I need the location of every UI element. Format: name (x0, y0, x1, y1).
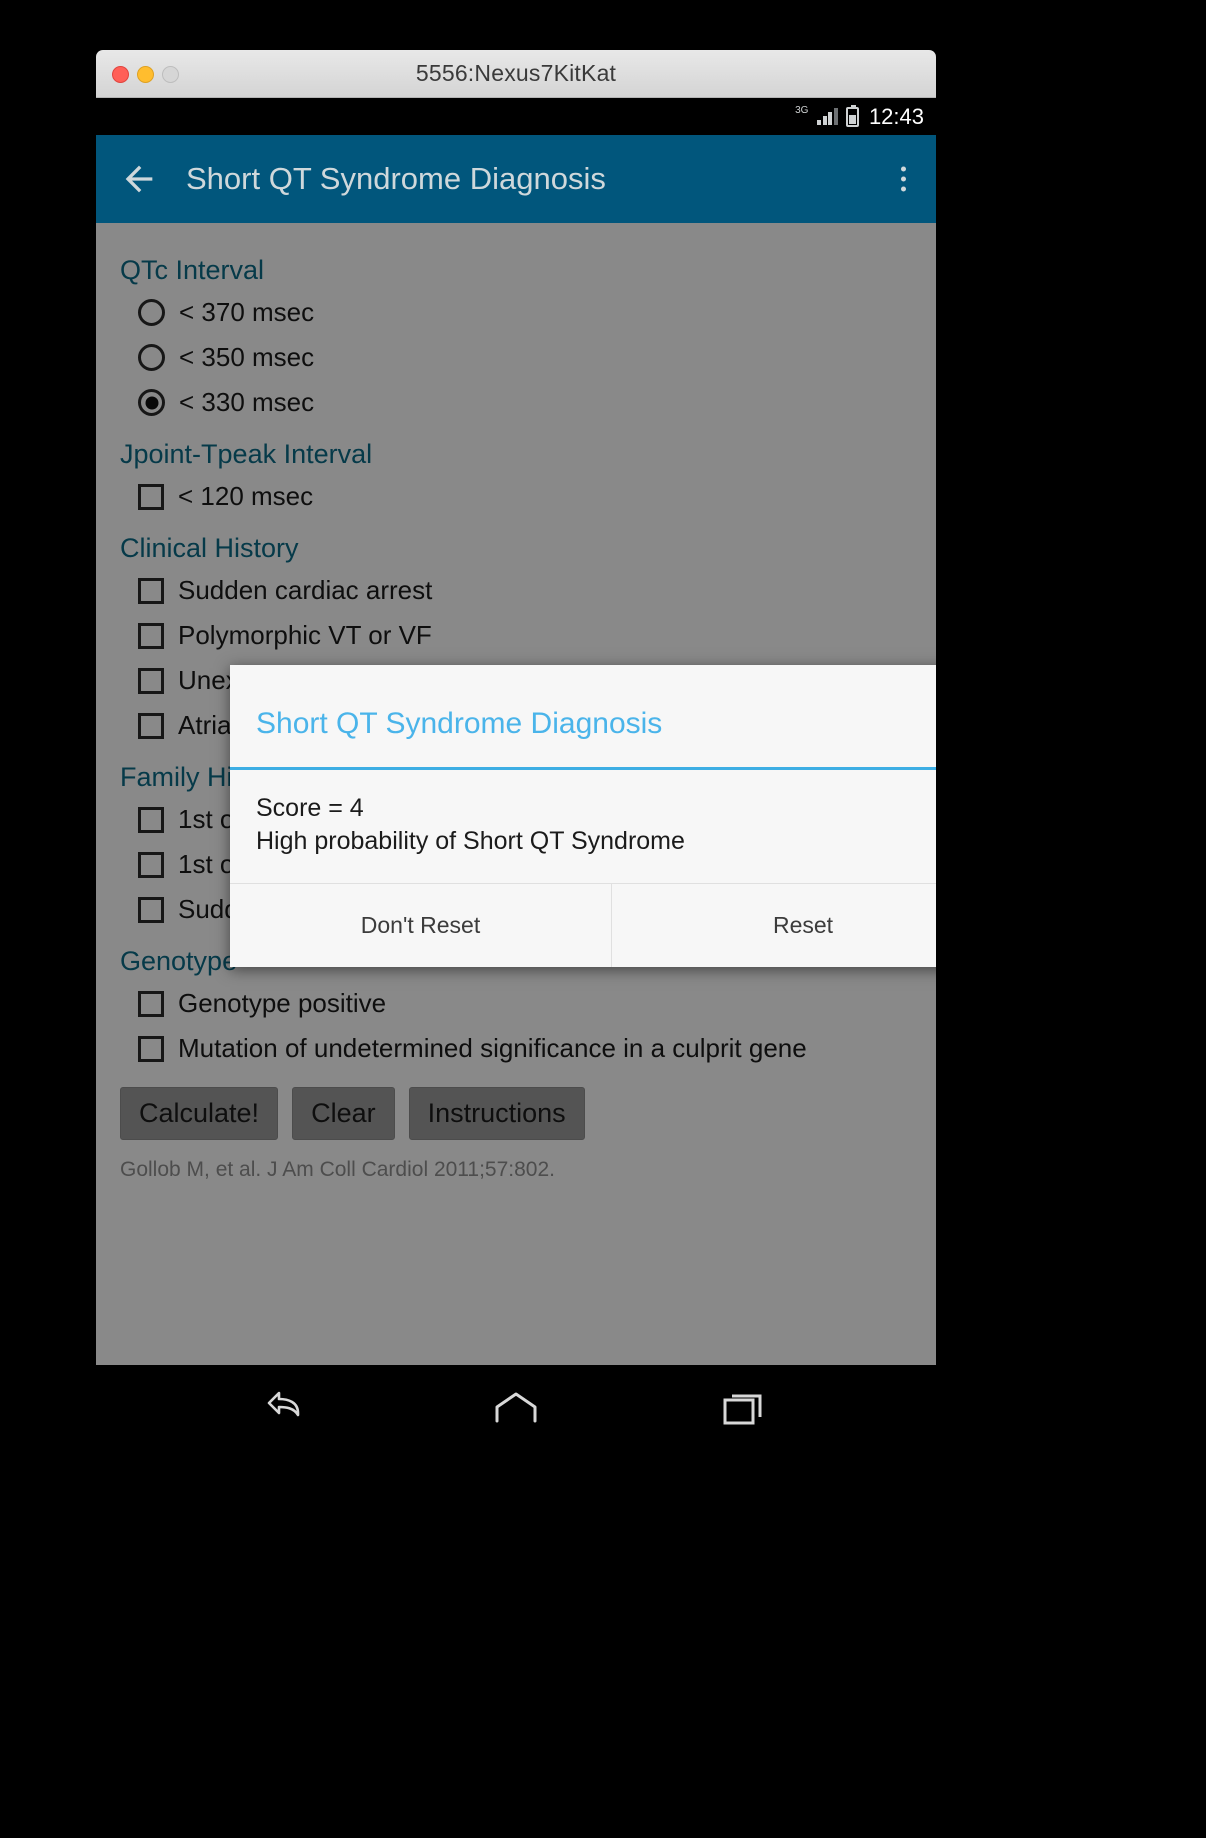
option-label: < 370 msec (179, 297, 315, 327)
checkbox-icon[interactable] (138, 851, 164, 878)
checkbox-icon[interactable] (138, 1035, 164, 1062)
android-navigation-bar (96, 1365, 936, 1450)
dialog-message-line: Score = 4 (256, 794, 364, 822)
citation-text: Gollob M, et al. J Am Coll Cardiol 2011;… (120, 1158, 556, 1181)
checkbox-icon[interactable] (138, 483, 164, 510)
checkbox-icon[interactable] (138, 577, 164, 604)
reset-button[interactable]: Reset (612, 884, 936, 967)
window-titlebar: 5556:Nexus7KitKat (96, 50, 936, 98)
dialog-button-bar: Don't Reset Reset (230, 883, 936, 967)
option-label: Mutation of undetermined significance in… (178, 1033, 807, 1063)
radio-button-icon[interactable] (138, 299, 165, 326)
calculate-button[interactable]: Calculate! (120, 1087, 279, 1140)
option-label: < 120 msec (178, 481, 314, 511)
emulator-window: 5556:Nexus7KitKat 3G 12:43 Short QT Synd… (96, 50, 936, 1365)
window-title: 5556:Nexus7KitKat (415, 60, 617, 86)
option-label: Sudden cardiac arrest (178, 575, 433, 605)
battery-icon (845, 104, 859, 127)
checkbox-option-row[interactable]: Genotype positive (138, 981, 936, 1026)
section-header: QTc Interval (120, 255, 265, 285)
checkbox-icon[interactable] (138, 806, 164, 833)
nav-home-icon[interactable] (481, 1381, 551, 1435)
alert-dialog: Short QT Syndrome Diagnosis Score = 4 Hi… (230, 665, 936, 967)
dialog-title: Short QT Syndrome Diagnosis (256, 707, 663, 740)
section-header: Jpoint-Tpeak Interval (120, 439, 373, 469)
action-bar: Short QT Syndrome Diagnosis (96, 135, 936, 223)
overflow-menu-icon[interactable] (893, 159, 914, 200)
checkbox-option-row[interactable]: Polymorphic VT or VF (138, 613, 936, 658)
network-type-label: 3G (795, 104, 809, 116)
checkbox-icon[interactable] (138, 990, 164, 1017)
checkbox-icon[interactable] (138, 896, 164, 923)
close-button[interactable] (112, 65, 129, 83)
radio-option-row[interactable]: < 330 msec (138, 380, 936, 425)
checkbox-icon[interactable] (138, 622, 164, 649)
option-label: < 350 msec (179, 342, 315, 372)
checkbox-option-row[interactable]: Mutation of undetermined significance in… (138, 1026, 936, 1071)
dialog-message-line: High probability of Short QT Syndrome (256, 826, 685, 855)
status-bar-clock: 12:43 (868, 103, 924, 129)
instructions-button[interactable]: Instructions (408, 1087, 585, 1140)
option-label: < 330 msec (179, 387, 315, 417)
section-header: Clinical History (120, 533, 299, 563)
signal-strength-icon (817, 108, 838, 125)
option-label: Polymorphic VT or VF (178, 620, 432, 650)
checkbox-option-row[interactable]: Sudden cardiac arrest (138, 568, 936, 613)
radio-option-row[interactable]: < 350 msec (138, 335, 936, 380)
form-button-row: Calculate! Clear Instructions (120, 1087, 936, 1140)
page-title: Short QT Syndrome Diagnosis (186, 161, 606, 196)
dialog-header: Short QT Syndrome Diagnosis (230, 665, 936, 767)
option-label: Genotype positive (178, 988, 387, 1018)
nav-back-icon[interactable] (251, 1381, 321, 1435)
radio-option-row[interactable]: < 370 msec (138, 290, 936, 335)
checkbox-option-row[interactable]: < 120 msec (138, 474, 936, 519)
dialog-message: Score = 4 High probability of Short QT S… (230, 770, 936, 883)
android-status-bar: 3G 12:43 (96, 98, 936, 135)
checkbox-icon[interactable] (138, 712, 164, 739)
window-controls (112, 50, 179, 98)
dont-reset-button[interactable]: Don't Reset (230, 884, 612, 967)
clear-button[interactable]: Clear (292, 1087, 395, 1140)
radio-button-checked-icon[interactable] (138, 389, 165, 416)
zoom-button[interactable] (162, 65, 179, 83)
minimize-button[interactable] (137, 65, 154, 83)
checkbox-icon[interactable] (138, 667, 164, 694)
nav-recents-icon[interactable] (711, 1381, 781, 1435)
radio-button-icon[interactable] (138, 344, 165, 371)
arrow-left-icon[interactable] (110, 150, 168, 208)
